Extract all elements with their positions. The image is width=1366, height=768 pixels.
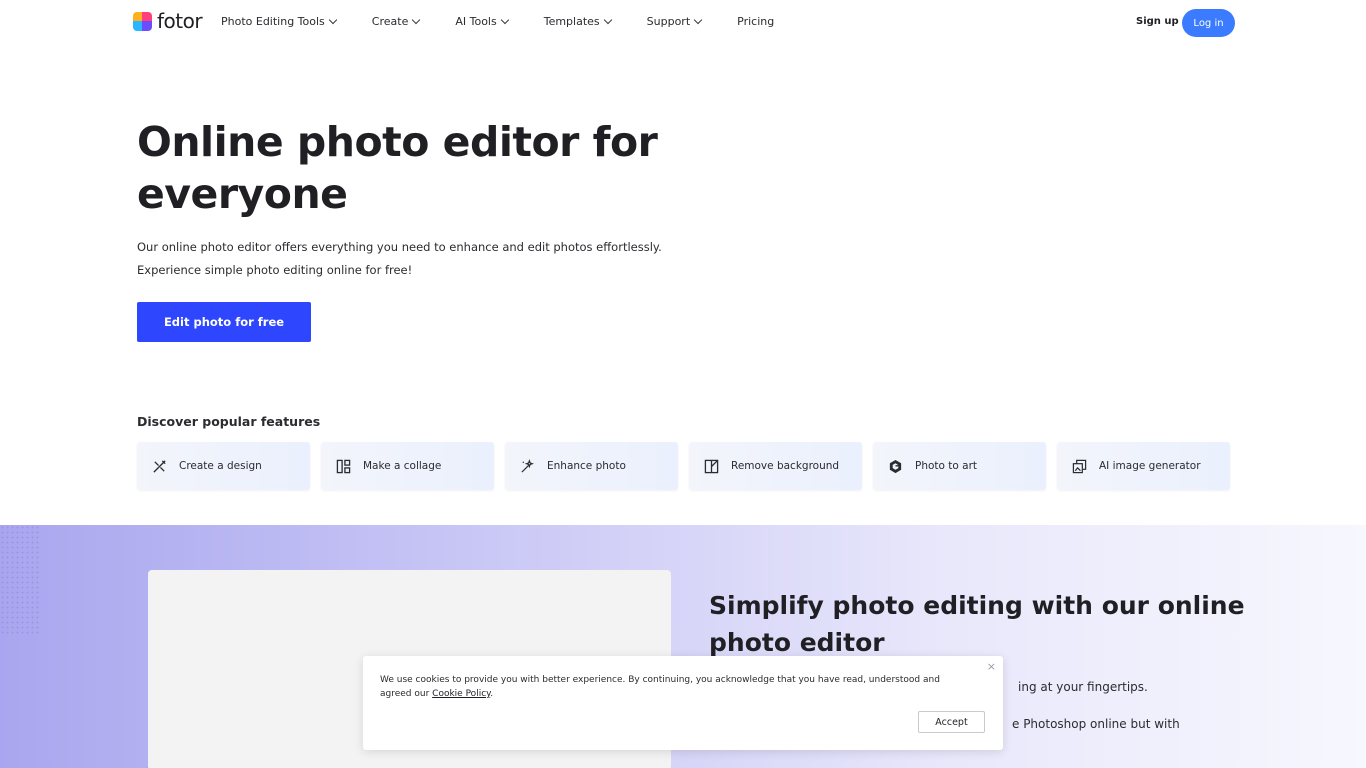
chevron-down-icon <box>693 15 703 25</box>
section-text-2: e Photoshop online but with <box>1012 717 1180 731</box>
menu-photo-editing-tools[interactable]: Photo Editing Tools <box>221 15 338 28</box>
log-in-button[interactable]: Log in <box>1182 9 1235 37</box>
feature-enhance-photo[interactable]: Enhance photo <box>505 442 678 490</box>
hero-description: Our online photo editor offers everythin… <box>137 236 697 282</box>
feature-label: Photo to art <box>915 460 978 472</box>
cookie-message: We use cookies to provide you with bette… <box>380 673 970 701</box>
chevron-down-icon <box>412 15 421 25</box>
menu-label: Support <box>646 15 691 28</box>
feature-label: Make a collage <box>363 460 442 472</box>
menu-label: Create <box>371 15 409 28</box>
fotor-logo[interactable]: fotor <box>133 9 203 33</box>
decorative-dots <box>0 525 40 635</box>
menu-templates[interactable]: Templates <box>543 15 612 28</box>
chevron-down-icon <box>603 15 612 25</box>
feature-label: Enhance photo <box>547 460 626 472</box>
feature-ai-image-generator[interactable]: AI image generator <box>1057 442 1230 490</box>
edit-photo-button[interactable]: Edit photo for free <box>137 302 311 342</box>
section-text-1: ing at your fingertips. <box>1018 680 1148 694</box>
hero-description-line-2: Experience simple photo editing online f… <box>137 263 413 277</box>
section-title: Simplify photo editing with our online p… <box>709 591 1245 657</box>
feature-label: Create a design <box>179 460 262 472</box>
feature-label: Remove background <box>731 460 840 472</box>
close-icon[interactable]: × <box>987 660 996 673</box>
fotor-logo-icon <box>133 11 152 31</box>
cookie-banner: × We use cookies to provide you with bet… <box>363 656 1003 750</box>
feature-create-design[interactable]: Create a design <box>137 442 310 490</box>
feature-make-collage[interactable]: Make a collage <box>321 442 494 490</box>
menu-label: Pricing <box>737 15 775 28</box>
menu-ai-tools[interactable]: AI Tools <box>455 15 509 28</box>
top-navigation: fotor Photo Editing Tools Create AI Tool… <box>0 0 1366 46</box>
brand-name: fotor <box>157 9 203 33</box>
menu-create[interactable]: Create <box>371 15 421 28</box>
cookie-period: . <box>490 689 494 699</box>
menu-label: AI Tools <box>455 15 497 28</box>
remove-background-icon <box>703 458 719 474</box>
features-list: Create a design Make a collage Enhance p… <box>137 442 1230 490</box>
collage-icon <box>335 458 351 474</box>
menu-label: Photo Editing Tools <box>221 15 325 28</box>
design-icon <box>151 458 167 474</box>
menu-pricing[interactable]: Pricing <box>737 15 774 28</box>
accept-cookies-button[interactable]: Accept <box>918 711 985 733</box>
hero-description-line-1: Our online photo editor offers everythin… <box>137 240 662 254</box>
chevron-down-icon <box>328 15 338 25</box>
enhance-icon <box>519 458 535 474</box>
feature-photo-to-art[interactable]: Photo to art <box>873 442 1046 490</box>
photo-to-art-icon <box>887 458 903 474</box>
sign-up-link[interactable]: Sign up <box>1136 16 1179 27</box>
ai-image-generator-icon <box>1071 458 1087 474</box>
chevron-down-icon <box>500 15 509 25</box>
hero-title: Online photo editor for everyone <box>137 118 658 218</box>
menu-support[interactable]: Support <box>646 15 703 28</box>
main-menu: Photo Editing Tools Create AI Tools Temp… <box>221 15 810 28</box>
feature-label: AI image generator <box>1099 460 1201 472</box>
menu-label: Templates <box>543 15 600 28</box>
feature-remove-background[interactable]: Remove background <box>689 442 862 490</box>
cookie-policy-link[interactable]: Cookie Policy <box>432 689 490 699</box>
features-title: Discover popular features <box>137 414 321 429</box>
